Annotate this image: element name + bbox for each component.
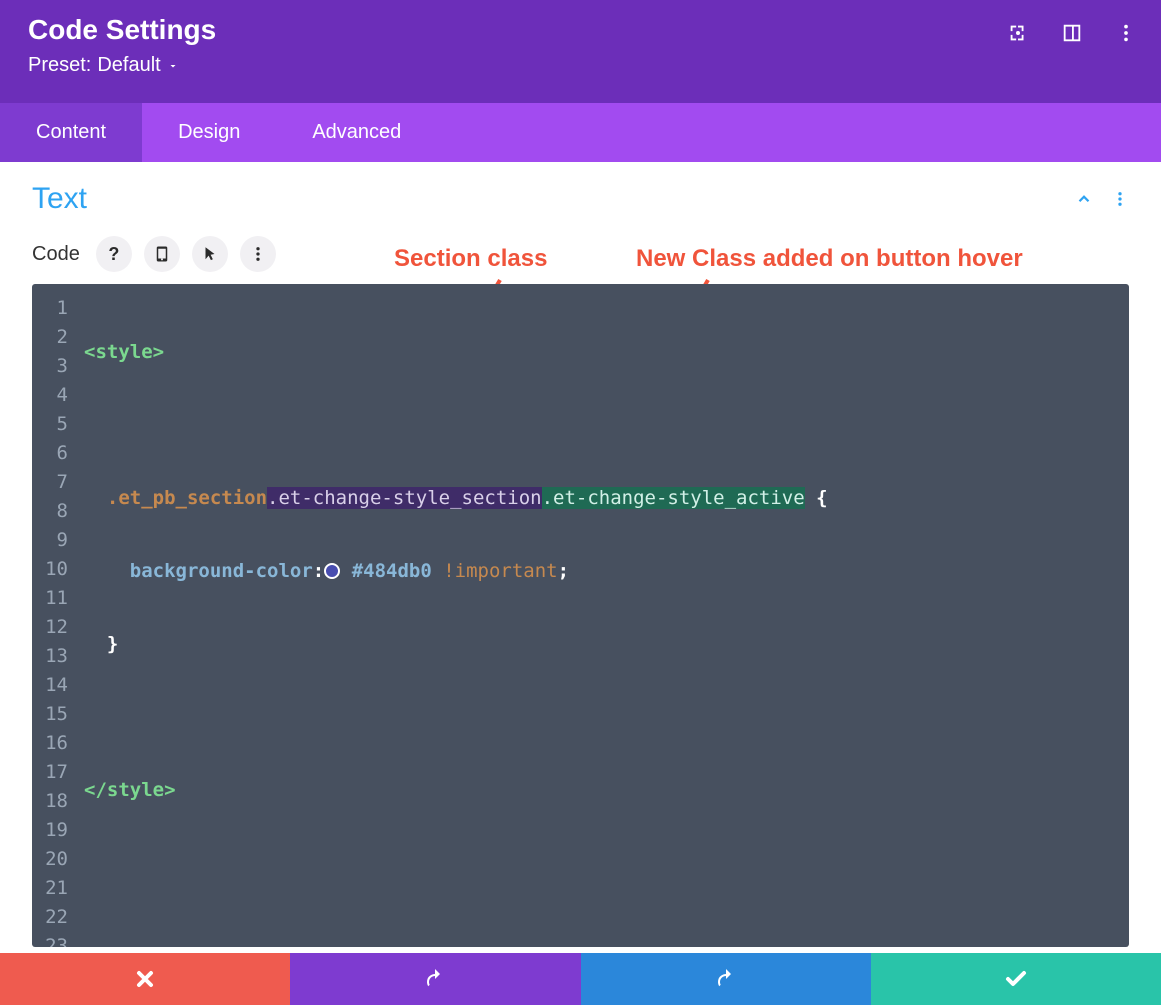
caret-down-icon xyxy=(167,60,179,72)
tabs: Content Design Advanced xyxy=(0,103,1161,162)
section-more-icon[interactable] xyxy=(1111,190,1129,208)
code-content[interactable]: <style> .et_pb_section.et-change-style_s… xyxy=(76,284,1129,947)
preset-dropdown[interactable]: Preset: Default xyxy=(28,54,1133,77)
check-icon xyxy=(1004,967,1028,991)
split-view-icon[interactable] xyxy=(1061,22,1083,44)
modal-title: Code Settings xyxy=(28,14,1133,46)
section-title: Text xyxy=(32,182,87,216)
collapse-icon[interactable] xyxy=(1075,190,1093,208)
code-option-label: Code xyxy=(32,243,80,266)
tab-advanced[interactable]: Advanced xyxy=(276,103,437,162)
cancel-button[interactable] xyxy=(0,953,290,1005)
tab-design[interactable]: Design xyxy=(142,103,276,162)
redo-button[interactable] xyxy=(581,953,871,1005)
save-button[interactable] xyxy=(871,953,1161,1005)
text-section: Text Code ? xyxy=(0,162,1161,272)
line-gutter: 1234567891011121314151617181920212223 xyxy=(32,284,76,947)
code-more-icon[interactable] xyxy=(240,236,276,272)
redo-icon xyxy=(714,967,738,991)
help-button[interactable]: ? xyxy=(96,236,132,272)
preset-value: Default xyxy=(97,54,160,77)
tab-content[interactable]: Content xyxy=(0,103,142,162)
modal-header: Code Settings Preset: Default xyxy=(0,0,1161,103)
hover-cursor-icon[interactable] xyxy=(192,236,228,272)
preset-prefix: Preset: xyxy=(28,54,91,77)
fullscreen-icon[interactable] xyxy=(1007,22,1029,44)
more-options-icon[interactable] xyxy=(1115,22,1137,44)
code-editor[interactable]: 1234567891011121314151617181920212223 <s… xyxy=(32,284,1129,947)
mobile-icon[interactable] xyxy=(144,236,180,272)
modal-footer xyxy=(0,953,1161,1005)
close-icon xyxy=(133,967,157,991)
undo-button[interactable] xyxy=(290,953,580,1005)
undo-icon xyxy=(423,967,447,991)
